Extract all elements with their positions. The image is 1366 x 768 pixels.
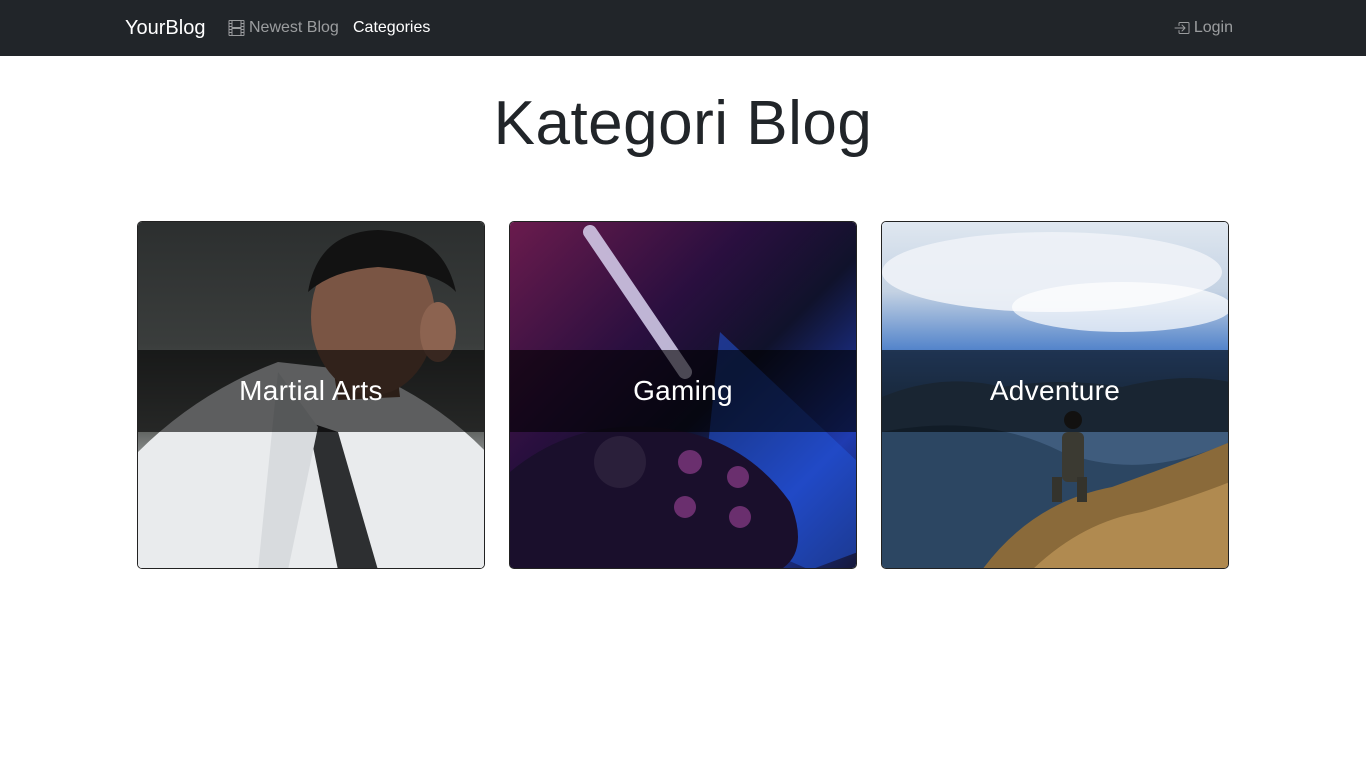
category-title: Martial Arts	[239, 375, 383, 406]
login-link[interactable]: Login	[1173, 18, 1233, 38]
nav-link-label: Newest Blog	[249, 19, 339, 36]
category-title: Gaming	[633, 375, 733, 406]
nav-link-newest-blog[interactable]: Newest Blog	[228, 18, 339, 38]
film-icon	[228, 20, 245, 36]
nav-link-label: Categories	[353, 19, 431, 36]
category-title: Adventure	[989, 375, 1121, 406]
category-overlay: Gaming	[510, 350, 856, 432]
nav-link-categories[interactable]: Categories	[353, 18, 430, 38]
box-arrow-in-right-icon	[1173, 20, 1190, 36]
brand-logo[interactable]: YourBlog	[125, 16, 205, 40]
category-card-martial-arts[interactable]: Martial Arts	[137, 221, 485, 569]
login-label: Login	[1193, 19, 1233, 36]
navbar: YourBlog Newest Blog Categories Login	[0, 0, 1366, 56]
category-card-adventure[interactable]: Adventure	[881, 221, 1229, 569]
page-title: Kategori Blog	[493, 89, 873, 158]
category-overlay: Martial Arts	[138, 350, 484, 432]
category-card-gaming[interactable]: Gaming	[509, 221, 857, 569]
category-overlay: Adventure	[882, 350, 1228, 432]
